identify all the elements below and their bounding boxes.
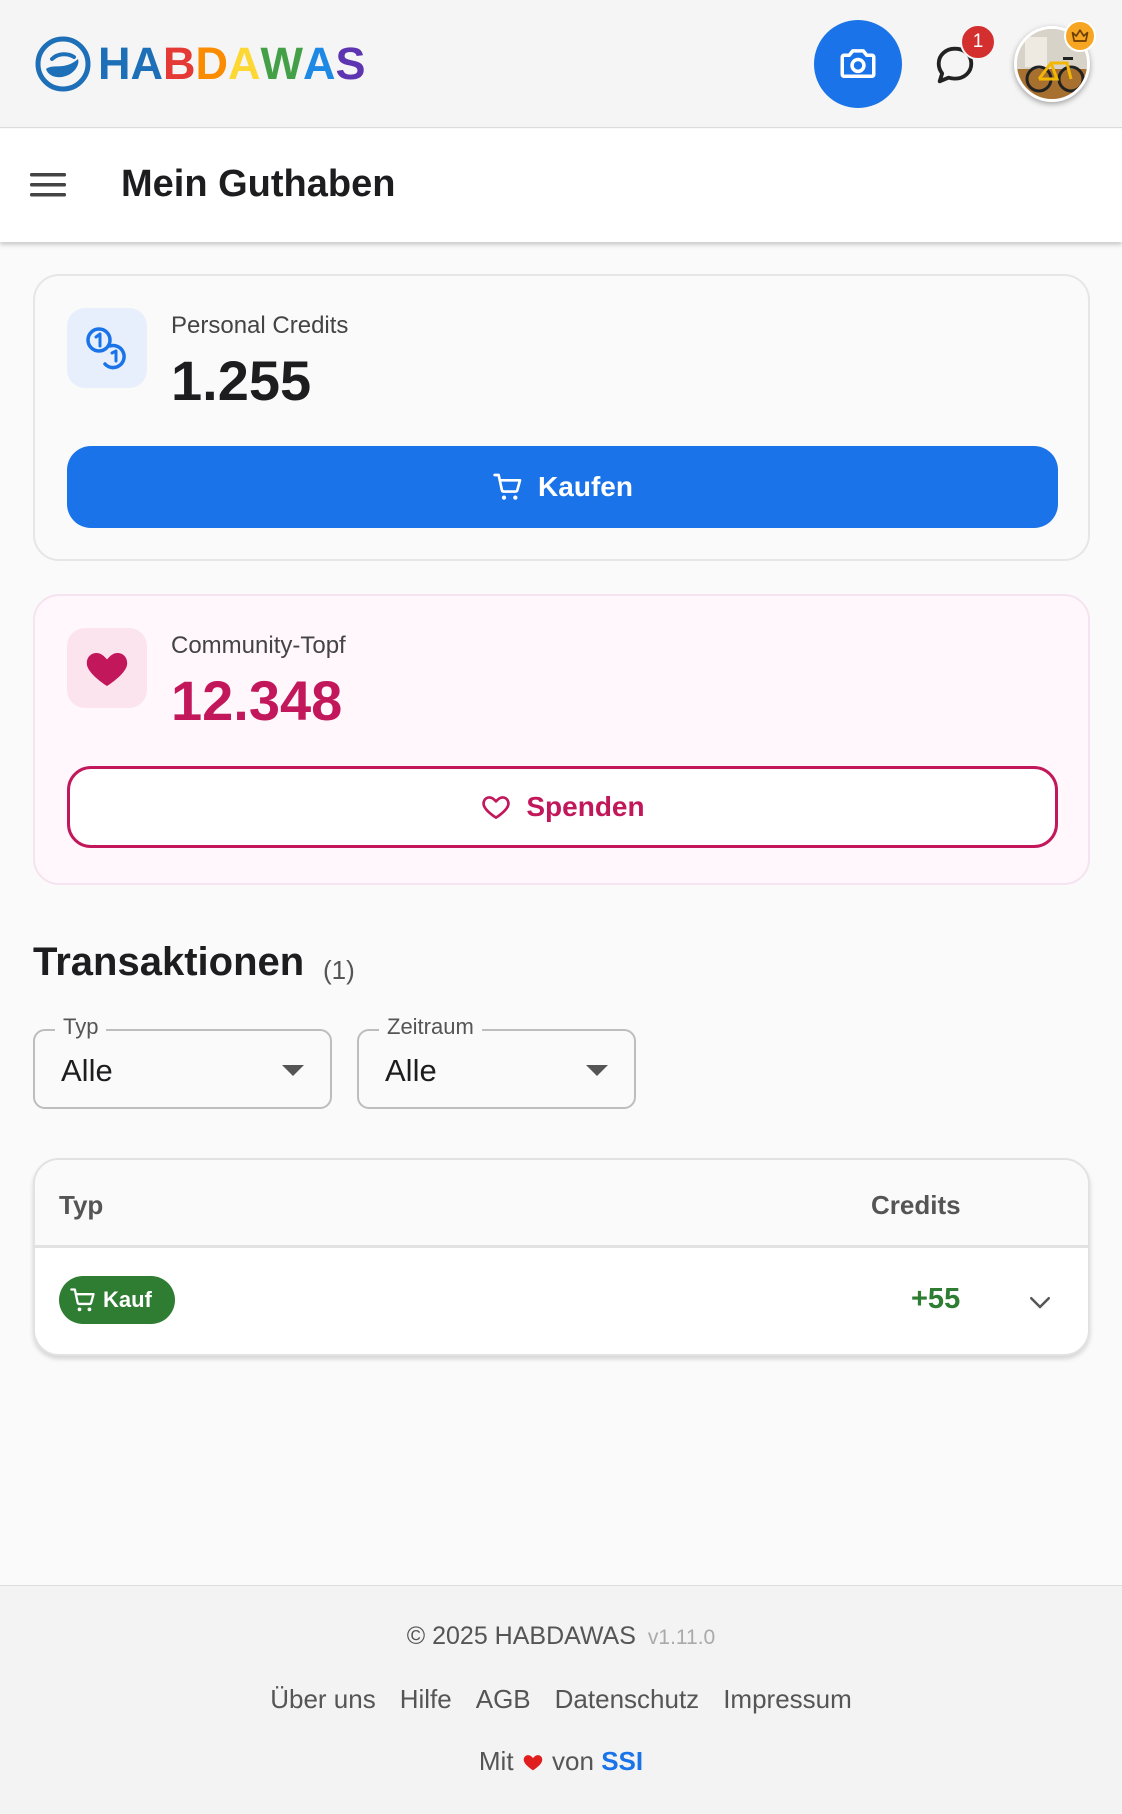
coins-icon <box>86 327 126 370</box>
top-bar: HABDAWAS 1 <box>0 0 1122 128</box>
logo-letter: H <box>98 38 131 89</box>
logo-letter: W <box>260 38 303 89</box>
cart-icon <box>493 473 522 500</box>
logo-letter: A <box>302 38 336 89</box>
crown-icon <box>1071 29 1089 42</box>
messages-badge: 1 <box>960 24 996 60</box>
period-filter-value: Alle <box>385 1053 437 1088</box>
footer-links: Über uns Hilfe AGB Datenschutz Impressum <box>0 1684 1122 1715</box>
dropdown-arrow-icon <box>282 1065 304 1076</box>
community-value: 12.348 <box>171 669 343 732</box>
donate-button-label: Spenden <box>526 791 645 822</box>
community-pot-card: Community-Topf 12.348 Spenden <box>33 594 1090 885</box>
logo-letter: B <box>163 38 196 89</box>
community-label: Community-Topf <box>171 632 346 659</box>
chevron-down-icon[interactable] <box>1025 1287 1055 1317</box>
dropdown-arrow-icon <box>586 1065 608 1076</box>
copyright-text: © 2025 HABDAWAS <box>406 1622 636 1650</box>
buy-button[interactable]: Kaufen <box>67 446 1058 528</box>
table-row[interactable]: Kauf +55 <box>35 1251 1088 1354</box>
logo-hand-icon <box>35 36 91 92</box>
logo-letter: D <box>195 38 229 89</box>
version-label: v1.11.0 <box>647 1626 716 1649</box>
row-credits: +55 <box>911 1283 961 1315</box>
menu-icon[interactable] <box>30 167 66 203</box>
footer-link-help[interactable]: Hilfe <box>400 1684 452 1715</box>
footer-link-about[interactable]: Über uns <box>270 1684 376 1715</box>
transactions-title: Transaktionen <box>33 940 305 984</box>
transactions-table: Typ Credits Kauf +55 <box>33 1158 1090 1356</box>
cart-icon <box>70 1288 95 1312</box>
credits-icon-box <box>67 308 147 388</box>
type-filter-select[interactable]: Typ Alle <box>33 1014 332 1109</box>
donate-button[interactable]: Spenden <box>67 766 1058 848</box>
page-title: Mein Guthaben <box>121 163 396 205</box>
column-header-type[interactable]: Typ <box>59 1190 103 1221</box>
logo-text: HABDAWAS <box>98 38 366 90</box>
column-header-credits[interactable]: Credits <box>871 1190 961 1221</box>
camera-button[interactable] <box>814 20 902 108</box>
type-chip-label: Kauf <box>103 1287 152 1312</box>
footer-link-imprint[interactable]: Impressum <box>723 1684 852 1715</box>
logo[interactable]: HABDAWAS <box>34 34 366 94</box>
page-header: Mein Guthaben <box>0 129 1122 242</box>
copyright: © 2025 HABDAWAS v1.11.0 <box>0 1622 1122 1651</box>
credits-value: 1.255 <box>171 349 312 412</box>
ssi-link[interactable]: SSI <box>601 1746 643 1776</box>
personal-credits-card: Personal Credits 1.255 Kaufen <box>33 274 1090 561</box>
made-with-love: Mit von SSI <box>0 1746 1122 1777</box>
logo-letter: S <box>335 38 366 89</box>
transactions-count: (1) <box>323 955 355 985</box>
made-prefix: Mit <box>478 1746 514 1776</box>
credits-label: Personal Credits <box>171 312 349 339</box>
logo-letter: A <box>228 38 261 89</box>
type-filter-value: Alle <box>61 1053 113 1088</box>
heart-icon <box>86 653 128 686</box>
heart-icon <box>523 1755 543 1771</box>
buy-button-label: Kaufen <box>538 471 633 502</box>
footer-link-terms[interactable]: AGB <box>476 1684 531 1715</box>
footer-link-privacy[interactable]: Datenschutz <box>555 1684 700 1715</box>
premium-crown-badge <box>1064 20 1096 52</box>
table-header: Typ Credits <box>35 1160 1088 1248</box>
made-middle: von <box>552 1746 594 1776</box>
camera-icon <box>840 49 876 78</box>
period-filter-select[interactable]: Zeitraum Alle <box>357 1014 636 1109</box>
period-filter-label: Zeitraum <box>379 1014 482 1040</box>
heart-outline-icon <box>482 796 511 819</box>
logo-letter: A <box>130 38 164 89</box>
type-chip: Kauf <box>59 1276 175 1324</box>
footer: © 2025 HABDAWAS v1.11.0 Über uns Hilfe AG… <box>0 1585 1122 1814</box>
type-filter-label: Typ <box>55 1014 107 1040</box>
community-icon-box <box>67 628 147 708</box>
